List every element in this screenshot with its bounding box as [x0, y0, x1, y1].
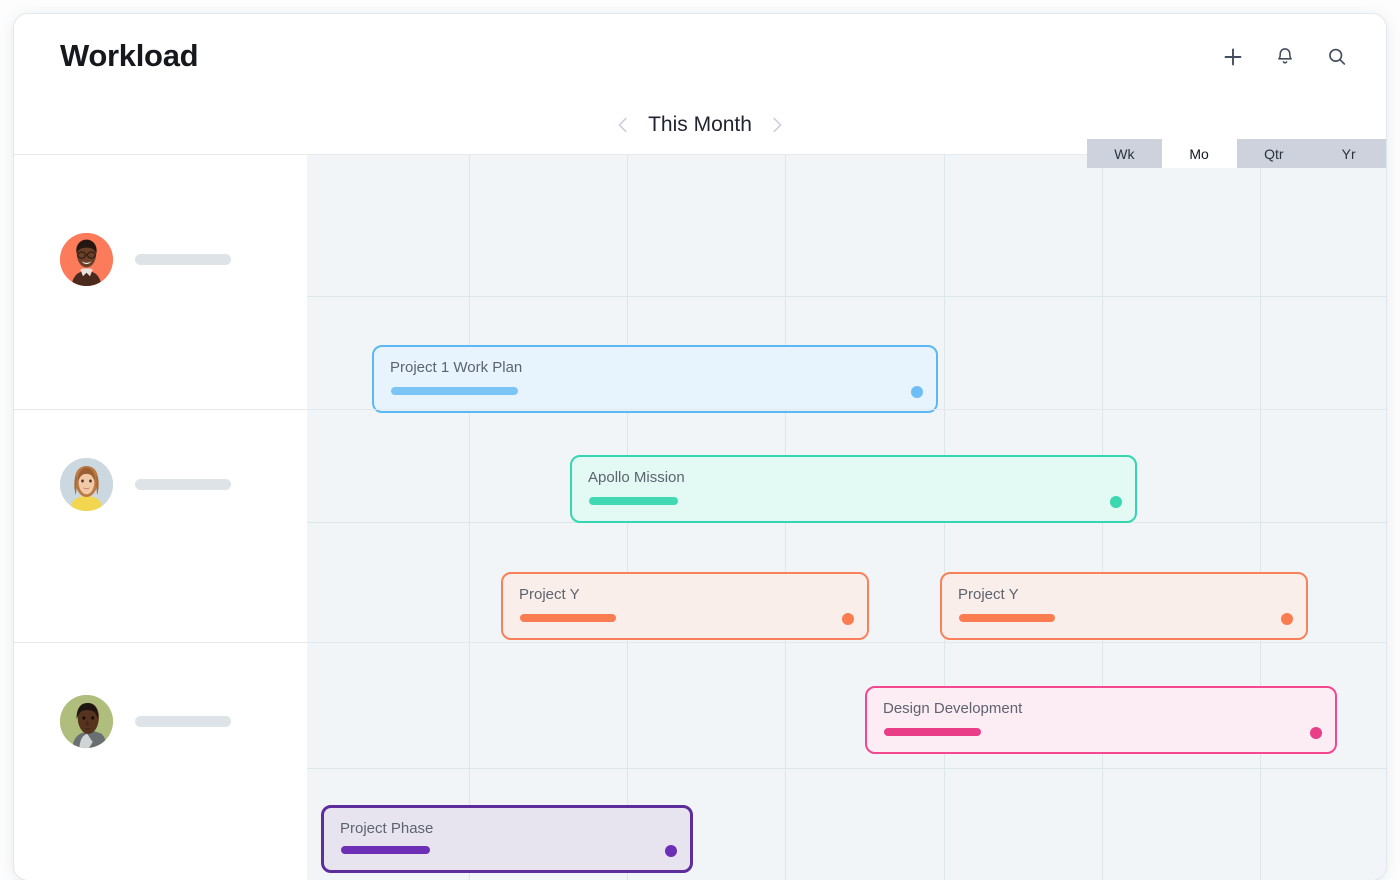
task-title: Design Development — [883, 700, 1023, 717]
task-title: Project Phase — [340, 820, 434, 837]
person-row[interactable] — [60, 233, 231, 286]
timescale-toggle-group: Wk Mo Qtr Yr — [1087, 139, 1386, 168]
task-title: Project Y — [958, 586, 1019, 603]
people-column — [14, 155, 307, 880]
task-progress-bar — [959, 614, 1055, 622]
task-progress-bar — [589, 497, 678, 505]
chevron-left-icon[interactable] — [612, 110, 634, 140]
grid-hline-4 — [307, 768, 1386, 769]
task-bar[interactable]: Project Y — [501, 572, 869, 640]
avatar[interactable] — [60, 695, 113, 748]
workload-board: Project 1 Work Plan Apollo Mission Project… — [14, 154, 1386, 880]
page-title: Workload — [60, 38, 199, 73]
avatar[interactable] — [60, 458, 113, 511]
period-label: This Month — [648, 113, 752, 136]
person-name-placeholder — [135, 479, 231, 490]
grid-vline-0 — [469, 155, 470, 880]
person-separator-1 — [14, 642, 1386, 643]
task-end-handle[interactable] — [1110, 496, 1122, 508]
avatar[interactable] — [60, 233, 113, 286]
task-bar[interactable]: Design Development — [865, 686, 1337, 754]
timescale-option-yr[interactable]: Yr — [1311, 139, 1386, 168]
task-bar[interactable]: Project Y — [940, 572, 1308, 640]
timescale-option-wk[interactable]: Wk — [1087, 139, 1162, 168]
timescale-option-qtr[interactable]: Qtr — [1237, 139, 1312, 168]
person-row[interactable] — [60, 695, 231, 748]
plus-icon[interactable] — [1220, 44, 1246, 70]
task-title: Apollo Mission — [588, 469, 685, 486]
person-separator-0 — [14, 409, 1386, 410]
grid-hline-0 — [307, 296, 1386, 297]
header-actions — [1220, 44, 1350, 70]
task-progress-bar — [341, 846, 430, 854]
workload-app-window: Workload This Month Wk Mo Qtr Yr Project… — [14, 14, 1386, 880]
period-navigation: This Month — [14, 110, 1386, 140]
chevron-right-icon[interactable] — [766, 110, 788, 140]
task-end-handle[interactable] — [665, 845, 677, 857]
task-title: Project Y — [519, 586, 580, 603]
task-progress-bar — [520, 614, 616, 622]
task-end-handle[interactable] — [1281, 613, 1293, 625]
task-end-handle[interactable] — [1310, 727, 1322, 739]
grid-vline-5 — [1260, 155, 1261, 880]
task-bar[interactable]: Apollo Mission — [570, 455, 1137, 523]
task-bar[interactable]: Project Phase — [321, 805, 693, 873]
person-name-placeholder — [135, 716, 231, 727]
search-icon[interactable] — [1324, 44, 1350, 70]
task-bar[interactable]: Project 1 Work Plan — [372, 345, 938, 413]
task-progress-bar — [884, 728, 981, 736]
person-row[interactable] — [60, 458, 231, 511]
timescale-option-mo[interactable]: Mo — [1161, 139, 1237, 168]
task-end-handle[interactable] — [842, 613, 854, 625]
task-title: Project 1 Work Plan — [390, 359, 523, 376]
person-name-placeholder — [135, 254, 231, 265]
bell-icon[interactable] — [1272, 44, 1298, 70]
task-progress-bar — [391, 387, 518, 395]
app-header: Workload — [14, 14, 1386, 100]
task-end-handle[interactable] — [911, 386, 923, 398]
